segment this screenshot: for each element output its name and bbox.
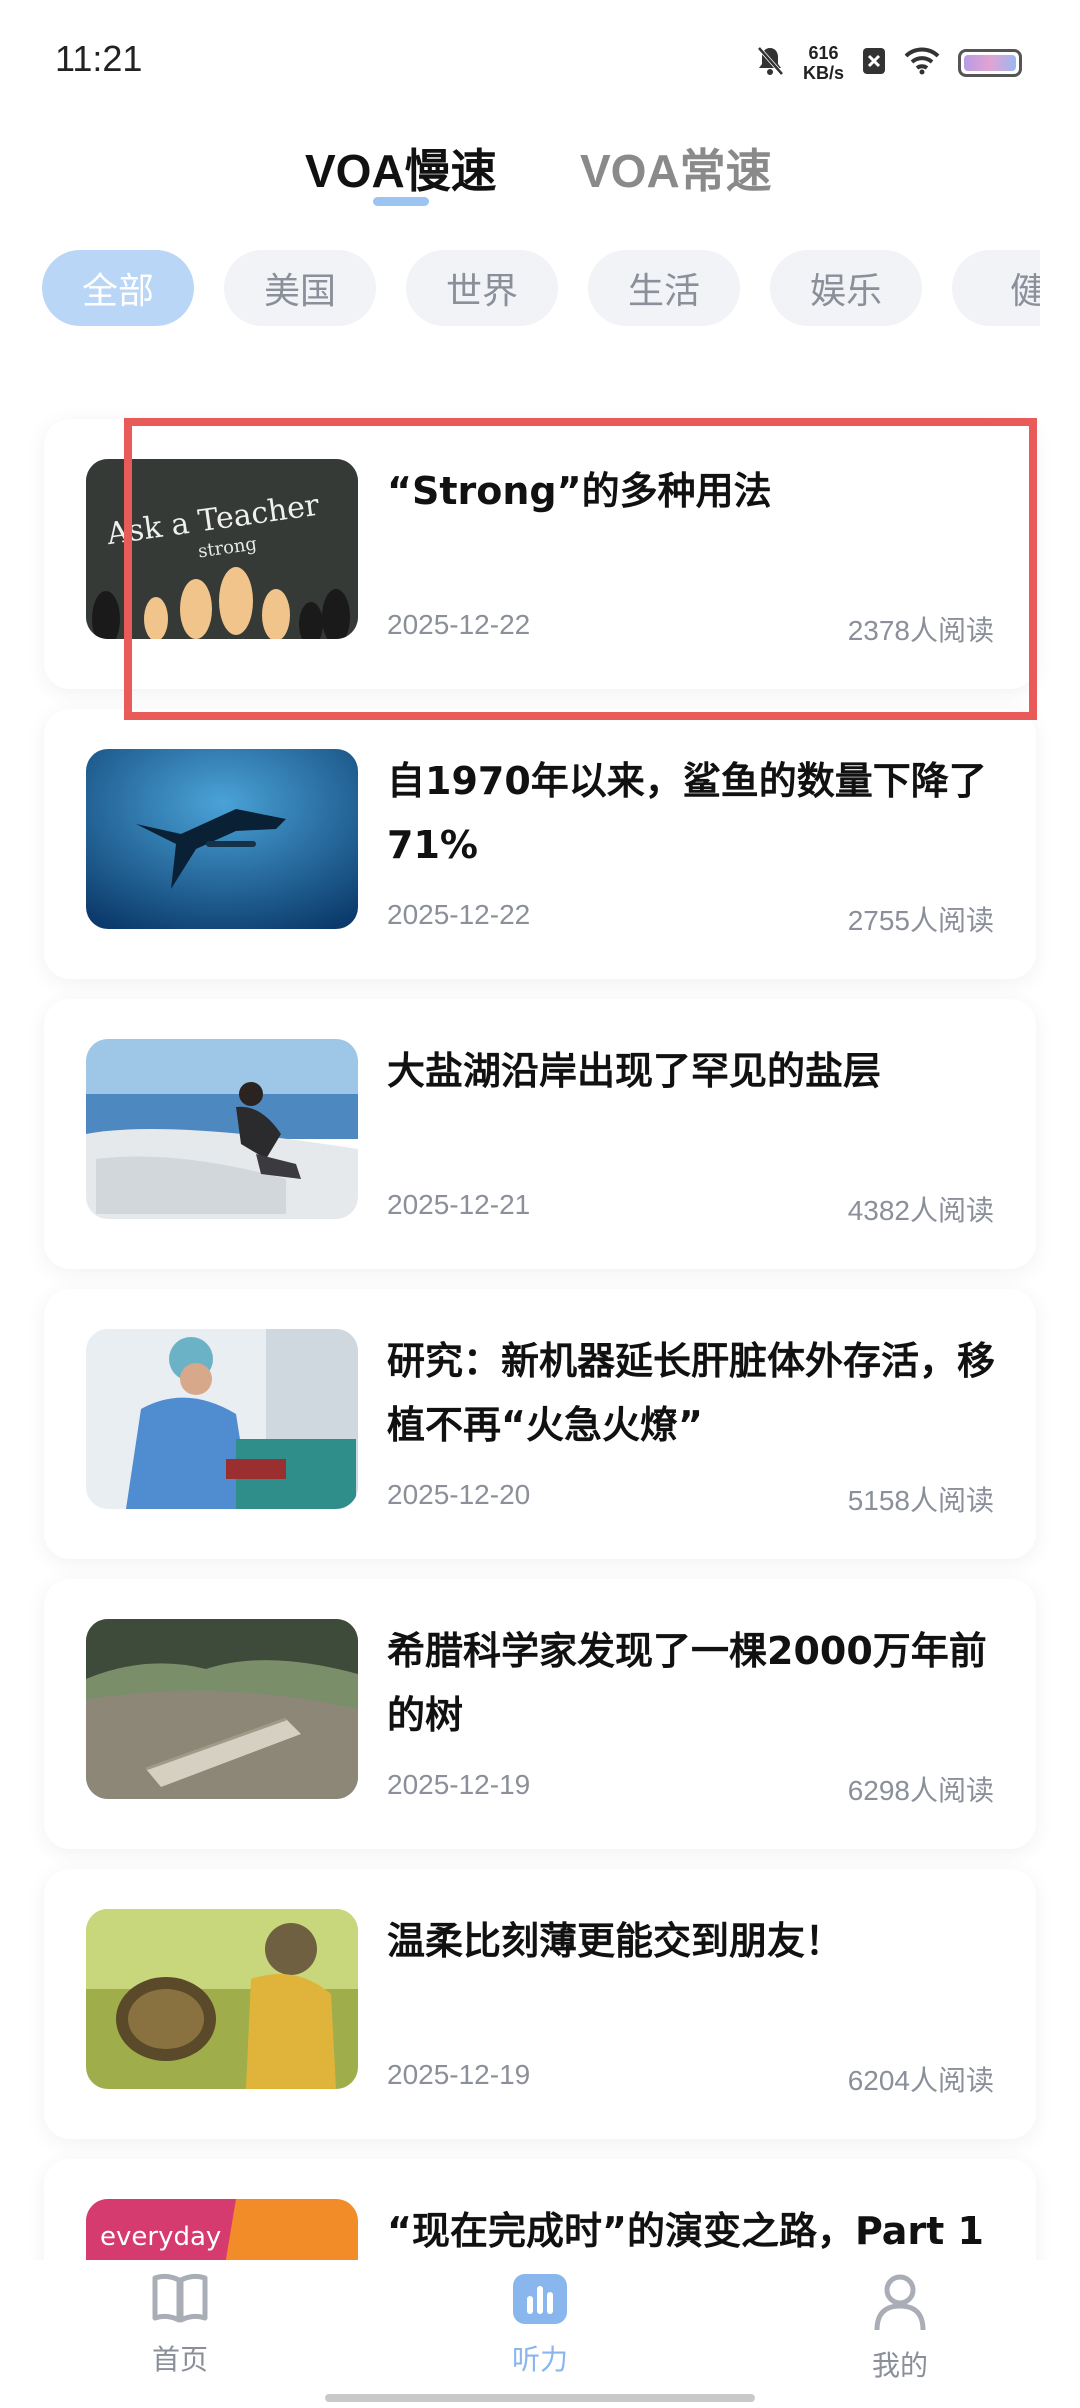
article-thumbnail [86, 1329, 358, 1509]
article-thumbnail [86, 1039, 358, 1219]
chip-all[interactable]: 全部 [42, 250, 194, 326]
tab-voa-normal[interactable]: VOA常速 [580, 135, 772, 201]
bottom-nav: 首页 听力 我的 [0, 2262, 1080, 2408]
home-indicator[interactable] [325, 2394, 755, 2402]
status-bar: 11:21 616 KB/s [0, 0, 1080, 125]
nav-mine[interactable]: 我的 [800, 2272, 1000, 2384]
chip-health[interactable]: 健 [952, 250, 1040, 326]
article-date: 2025-12-21 [387, 1189, 531, 1220]
article-read-count: 2755人阅读 [847, 905, 994, 936]
article-thumbnail: everyday [86, 2199, 358, 2260]
net-speed-unit: KB/s [802, 63, 844, 83]
chip-entertainment[interactable]: 娱乐 [770, 250, 922, 326]
status-icons: 616 KB/s [755, 40, 1022, 86]
nav-home[interactable]: 首页 [80, 2272, 280, 2378]
article-read-count: 6298人阅读 [847, 1775, 994, 1806]
article-title: 自1970年以来，鲨鱼的数量下降了71% [387, 759, 987, 867]
article-title: 研究：新机器延长肝脏体外存活，移植不再“火急火燎” [387, 1339, 996, 1447]
tab-voa-slow[interactable]: VOA慢速 [305, 135, 497, 201]
article-card[interactable]: 希腊科学家发现了一棵2000万年前的树 2025-12-19 6298人阅读 [44, 1579, 1036, 1849]
article-title: 大盐湖沿岸出现了罕见的盐层 [387, 1049, 882, 1093]
nav-listening-label: 听力 [511, 2343, 568, 2376]
main-tabs: VOA慢速 VOA常速 [0, 125, 1080, 225]
article-date: 2025-12-19 [387, 1769, 531, 1800]
wifi-icon [904, 47, 940, 79]
article-date: 2025-12-22 [387, 899, 531, 930]
article-thumbnail [86, 749, 358, 929]
nav-listening[interactable]: 听力 [440, 2272, 640, 2378]
status-time: 11:21 [55, 38, 143, 79]
article-title: 温柔比刻薄更能交到朋友！ [387, 1919, 844, 1963]
net-speed-value: 616 [808, 43, 839, 63]
article-card[interactable]: 研究：新机器延长肝脏体外存活，移植不再“火急火燎” 2025-12-20 515… [44, 1289, 1036, 1559]
highlight-box [124, 418, 1037, 720]
book-icon [151, 2272, 209, 2330]
article-read-count: 5158人阅读 [847, 1485, 994, 1516]
article-title: “现在完成时”的演变之路，Part 1 [387, 2209, 984, 2253]
nav-home-label: 首页 [151, 2343, 208, 2376]
network-speed: 616 KB/s [803, 43, 844, 83]
article-date: 2025-12-20 [387, 1479, 531, 1510]
article-title: 希腊科学家发现了一棵2000万年前的树 [387, 1629, 987, 1737]
article-card[interactable]: 温柔比刻薄更能交到朋友！ 2025-12-19 6204人阅读 [44, 1869, 1036, 2139]
article-read-count: 6204人阅读 [847, 2065, 994, 2096]
article-card[interactable]: 自1970年以来，鲨鱼的数量下降了71% 2025-12-22 2755人阅读 [44, 709, 1036, 979]
article-date: 2025-12-19 [387, 2059, 531, 2090]
nav-mine-label: 我的 [871, 2349, 928, 2382]
article-thumbnail [86, 1619, 358, 1799]
article-card[interactable]: 大盐湖沿岸出现了罕见的盐层 2025-12-21 4382人阅读 [44, 999, 1036, 1269]
article-read-count: 4382人阅读 [847, 1195, 994, 1226]
chip-world[interactable]: 世界 [406, 250, 558, 326]
tab-active-indicator [373, 197, 429, 206]
thumb-text: everyday [100, 2222, 221, 2252]
article-card[interactable]: everyday “现在完成时”的演变之路，Part 1 [44, 2159, 1036, 2260]
person-icon [871, 2272, 929, 2336]
category-chips: 全部 美国 世界 生活 娱乐 健 [42, 250, 1040, 326]
battery-icon [958, 49, 1022, 77]
bar-chart-icon [511, 2272, 569, 2330]
article-thumbnail [86, 1909, 358, 2089]
chip-life[interactable]: 生活 [588, 250, 740, 326]
chip-usa[interactable]: 美国 [224, 250, 376, 326]
mute-bell-icon [755, 45, 785, 81]
sim-off-icon [862, 47, 886, 79]
